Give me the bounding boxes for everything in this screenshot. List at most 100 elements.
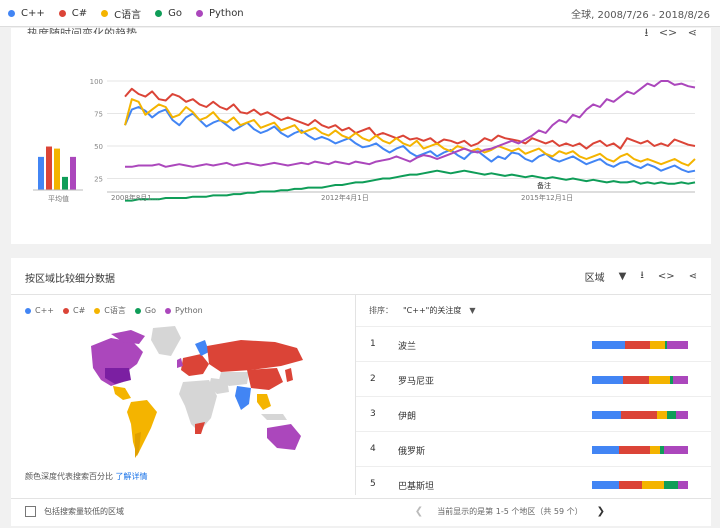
next-page-icon[interactable]: ❯ bbox=[597, 506, 605, 517]
map-scandinavia bbox=[195, 340, 209, 356]
region-list: 1 波兰 2 罗马尼亚 3 伊朗 4 俄罗斯 5 巴基斯坦 bbox=[356, 326, 711, 501]
share-segment-C语言 bbox=[648, 376, 670, 384]
region-select[interactable]: 区域 bbox=[585, 269, 605, 284]
share-segment-C# bbox=[620, 411, 658, 419]
dropdown-caret-icon[interactable]: ▼ bbox=[619, 271, 627, 282]
series-line-Go bbox=[125, 169, 696, 202]
legend-dot bbox=[155, 10, 163, 17]
region-row[interactable]: 2 罗马尼亚 bbox=[356, 361, 711, 396]
map-australia bbox=[267, 424, 301, 450]
share-segment-C++ bbox=[592, 341, 625, 349]
world-map[interactable] bbox=[71, 324, 311, 464]
map-greenland bbox=[151, 326, 181, 356]
region-rank: 4 bbox=[370, 444, 376, 454]
legend-dot bbox=[164, 307, 171, 314]
legend-item-cpp: C++ bbox=[25, 305, 54, 316]
share-segment-C语言 bbox=[657, 411, 667, 419]
y-tick-label: 25 bbox=[94, 176, 103, 184]
map-russia bbox=[207, 340, 303, 372]
embed-icon[interactable]: <> bbox=[658, 271, 675, 282]
legend-dot bbox=[63, 307, 69, 314]
region-breakdown-card: 按区域比较细分数据 区域 ▼ ⭳ <> ⋖ C++ C# C语言 Go Pyth… bbox=[11, 258, 711, 526]
share-segment-C++ bbox=[592, 376, 623, 384]
share-segment-C# bbox=[624, 341, 650, 349]
average-bar-C语言 bbox=[54, 148, 60, 190]
map-mexico bbox=[113, 386, 131, 400]
y-tick-label: 100 bbox=[90, 78, 103, 86]
prev-page-icon[interactable]: ❮ bbox=[415, 506, 423, 517]
average-bar-Python bbox=[70, 156, 76, 190]
map-indonesia bbox=[261, 414, 287, 420]
region-row[interactable]: 3 伊朗 bbox=[356, 396, 711, 431]
region-row[interactable]: 1 波兰 bbox=[356, 326, 711, 361]
region-controls: 区域 ▼ ⭳ <> ⋖ bbox=[585, 268, 697, 285]
note-text: 颜色深度代表搜索百分比 bbox=[25, 472, 113, 481]
sort-select[interactable]: "C++"的关注度 bbox=[403, 305, 461, 316]
share-segment-Python bbox=[678, 481, 688, 489]
region-share-bar bbox=[592, 341, 688, 349]
region-name[interactable]: 波兰 bbox=[398, 339, 416, 352]
region-name[interactable]: 罗马尼亚 bbox=[398, 374, 434, 387]
trend-chart: 100 75 50 25 备注 2008年8月1... 2012年4月1日 2015年12… bbox=[33, 78, 696, 202]
annotation-label: 备注 bbox=[537, 181, 551, 190]
legend-label: C# bbox=[73, 306, 86, 315]
map-india bbox=[235, 386, 251, 410]
legend-item-go[interactable]: Go bbox=[155, 6, 182, 21]
map-south-america bbox=[127, 400, 157, 456]
region-name[interactable]: 伊朗 bbox=[398, 409, 416, 422]
region-name[interactable]: 俄罗斯 bbox=[398, 444, 425, 457]
legend-item-cpp[interactable]: C++ bbox=[8, 6, 45, 21]
share-segment-C# bbox=[622, 376, 649, 384]
share-segment-Go bbox=[666, 411, 677, 419]
map-japan bbox=[285, 368, 293, 382]
region-share-bar bbox=[592, 411, 688, 419]
legend-label: C# bbox=[71, 8, 88, 19]
region-row[interactable]: 4 俄罗斯 bbox=[356, 431, 711, 466]
legend-item-c: C语言 bbox=[94, 305, 126, 316]
pagination: ❮ 当前显示的是第 1-5 个地区（共 59 个） ❯ bbox=[401, 506, 619, 517]
include-low-volume[interactable]: 包括搜索量较低的区域 bbox=[25, 506, 124, 517]
legend-item-c[interactable]: C语言 bbox=[101, 6, 141, 21]
legend-dot bbox=[195, 10, 203, 17]
x-tick-label: 2012年4月1日 bbox=[321, 193, 369, 202]
share-segment-Go bbox=[663, 481, 679, 489]
share-segment-Python bbox=[663, 446, 688, 454]
share-icon[interactable]: ⋖ bbox=[689, 271, 697, 282]
interest-over-time-card: 热度随时间变化的趋势 ⭳ <> ⋖ 100 75 50 25 备注 2008年8月1.… bbox=[11, 26, 711, 244]
legend-label: C++ bbox=[21, 8, 45, 19]
share-segment-Python bbox=[676, 411, 688, 419]
legend-dot bbox=[94, 307, 101, 314]
legend-item-csharp[interactable]: C# bbox=[58, 6, 88, 21]
region-rank: 1 bbox=[370, 339, 376, 349]
share-segment-C# bbox=[618, 481, 642, 489]
legend-label: Go bbox=[168, 8, 182, 19]
top-legend: C++ C# C语言 Go Python bbox=[8, 6, 258, 21]
legend-dot bbox=[25, 307, 31, 314]
average-label: 平均值 bbox=[48, 195, 69, 203]
legend-label: Go bbox=[144, 306, 156, 315]
region-rank: 3 bbox=[370, 409, 376, 419]
average-bar-C# bbox=[46, 146, 52, 190]
learn-more-link[interactable]: 了解详情 bbox=[116, 472, 148, 481]
share-segment-Python bbox=[672, 376, 688, 384]
region-share-bar bbox=[592, 446, 688, 454]
region-row[interactable]: 5 巴基斯坦 bbox=[356, 466, 711, 501]
checkbox[interactable] bbox=[25, 506, 36, 517]
legend-label: Python bbox=[208, 8, 244, 19]
legend-dot bbox=[101, 10, 109, 17]
legend-item-go: Go bbox=[134, 305, 156, 316]
download-icon[interactable]: ⭳ bbox=[640, 268, 644, 285]
map-china bbox=[247, 368, 283, 390]
date-range[interactable]: 全球, 2008/7/26 - 2018/8/26 bbox=[571, 6, 710, 21]
map-se-asia bbox=[257, 394, 271, 410]
dropdown-caret-icon[interactable]: ▼ bbox=[469, 306, 475, 315]
region-name[interactable]: 巴基斯坦 bbox=[398, 479, 434, 492]
legend-item-python[interactable]: Python bbox=[195, 6, 244, 21]
sort-control: 排序： "C++"的关注度 ▼ bbox=[369, 305, 476, 316]
share-segment-C语言 bbox=[649, 341, 665, 349]
map-europe bbox=[181, 354, 209, 376]
average-bar-C++ bbox=[38, 156, 44, 190]
divider bbox=[11, 498, 711, 499]
region-rank: 2 bbox=[370, 374, 376, 384]
average-bar-Go bbox=[62, 176, 68, 190]
